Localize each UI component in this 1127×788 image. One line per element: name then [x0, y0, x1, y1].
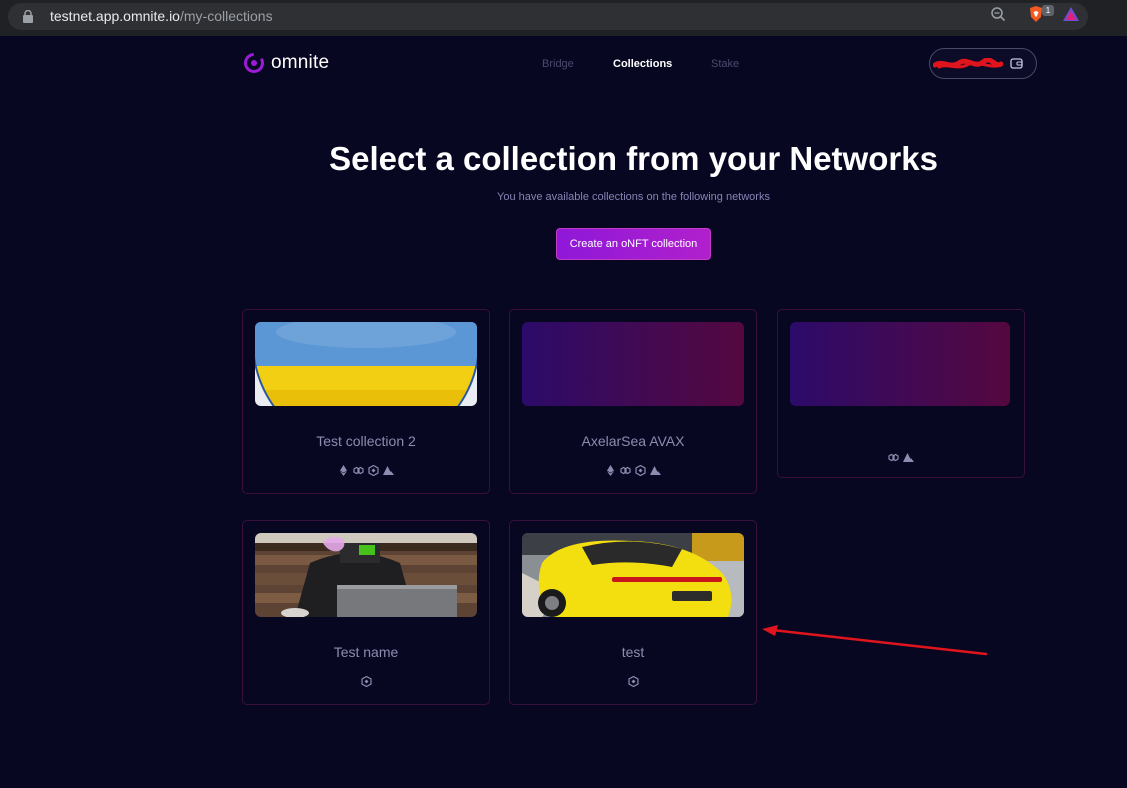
ethereum-icon — [340, 465, 347, 476]
lock-icon — [23, 10, 33, 23]
polygon-icon — [620, 466, 631, 475]
avalanche-icon — [903, 453, 914, 462]
collection-image-ukraine-flag — [255, 322, 477, 406]
ethereum-icon — [607, 465, 614, 476]
network-icons — [510, 676, 756, 687]
bnb-icon — [627, 676, 639, 687]
logo-text: omnite — [271, 52, 330, 73]
shield-count-badge: 1 — [1042, 5, 1054, 16]
bnb-icon — [360, 676, 372, 687]
polygon-icon — [353, 466, 364, 475]
wallet-icon — [1010, 58, 1023, 69]
collection-image-person-laptop — [255, 533, 477, 617]
redaction-scribble — [933, 58, 1003, 69]
omnite-logo[interactable]: omnite — [243, 52, 329, 74]
network-icons — [778, 452, 1024, 463]
address-bar[interactable]: testnet.app.omnite.io/my-collections — [8, 3, 1088, 30]
avalanche-icon — [383, 466, 394, 475]
collection-card[interactable]: Test collection 2 — [242, 309, 490, 494]
page-subtitle: You have available collections on the fo… — [497, 191, 770, 203]
url-text: testnet.app.omnite.io/my-collections — [50, 8, 273, 24]
polygon-icon — [888, 453, 899, 462]
annotation-arrow — [762, 625, 988, 656]
collection-name: AxelarSea AVAX — [581, 433, 685, 449]
brave-rewards-icon[interactable] — [1062, 6, 1080, 22]
browser-toolbar: testnet.app.omnite.io/my-collections 1 — [0, 0, 1127, 36]
collection-name: Test name — [333, 644, 399, 660]
page-title: Select a collection from your Networks — [329, 140, 938, 177]
collection-card[interactable]: AxelarSea AVAX — [509, 309, 757, 494]
nav-bridge[interactable]: Bridge — [542, 58, 574, 70]
url-host: testnet.app.omnite.io — [50, 8, 180, 24]
network-icons — [510, 465, 756, 476]
zoom-icon[interactable] — [990, 6, 1006, 22]
collection-name: test — [621, 644, 645, 660]
nav-collections[interactable]: Collections — [613, 58, 672, 70]
bnb-icon — [635, 465, 646, 476]
collection-card[interactable] — [777, 309, 1025, 478]
network-icons — [243, 676, 489, 687]
avalanche-icon — [650, 466, 661, 475]
collection-image-yellow-car — [522, 533, 744, 617]
collection-card[interactable]: Test name — [242, 520, 490, 705]
collection-image-gradient — [790, 322, 1010, 406]
omnite-logo-mark-icon — [244, 53, 264, 73]
collection-name: Test collection 2 — [316, 433, 416, 449]
nav-stake[interactable]: Stake — [711, 58, 739, 70]
network-icons — [243, 465, 489, 476]
collection-card[interactable]: test — [509, 520, 757, 705]
collection-image-gradient — [522, 322, 744, 406]
url-path: /my-collections — [179, 8, 273, 24]
create-onft-collection-button[interactable]: Create an oNFT collection — [556, 228, 711, 260]
bnb-icon — [368, 465, 379, 476]
